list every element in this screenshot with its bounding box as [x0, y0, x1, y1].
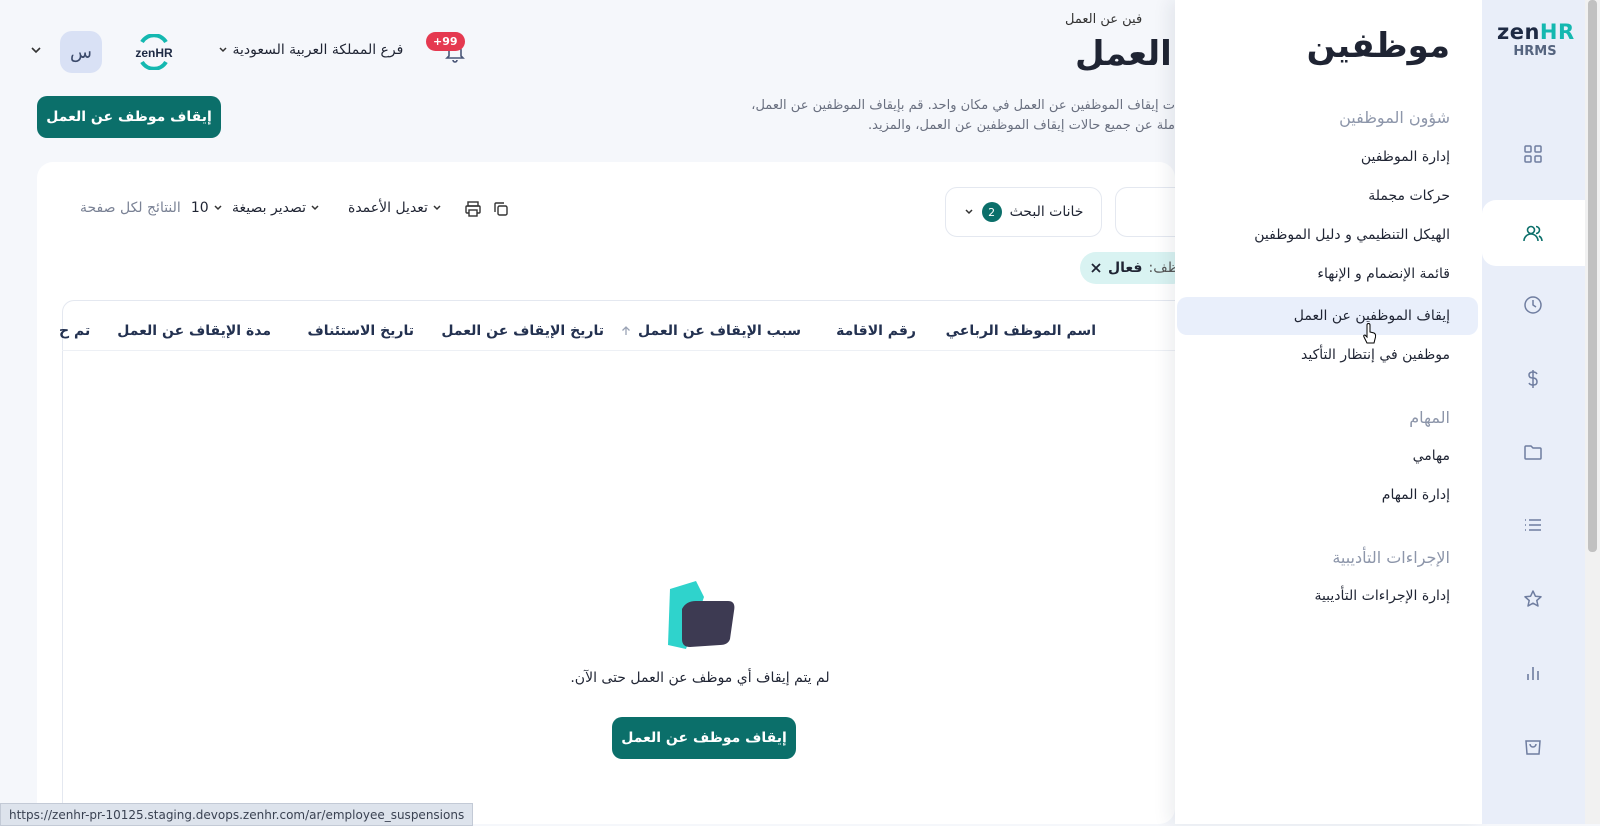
branch-selector[interactable]: فرع المملكة العربية السعودية [218, 42, 403, 58]
folder-icon[interactable] [1518, 437, 1548, 467]
sidebar-item-bulk-transactions[interactable]: حركات مجملة [1175, 178, 1450, 214]
branch-label: فرع المملكة العربية السعودية [232, 42, 404, 58]
suspend-employee-button[interactable]: إيقاف موظف عن العمل [37, 96, 221, 138]
user-menu-chevron-icon[interactable] [30, 42, 42, 56]
sidebar-item-pending-confirmation[interactable]: موظفين في إنتظار التأكيد [1175, 337, 1450, 373]
filter-chip-value: فعال [1108, 260, 1143, 276]
avatar-initial: س [70, 41, 92, 63]
column-header-label: سبب الإيقاف عن العمل [637, 323, 801, 339]
results-per-page-label: النتائج لكل صفحة [80, 200, 181, 216]
breadcrumb[interactable]: فين عن العمل [1065, 12, 1142, 27]
sidebar-panel-title: موظفين [1306, 26, 1450, 66]
close-icon[interactable] [1090, 260, 1102, 276]
sidebar-item-disciplinary-management[interactable]: إدارة الإجراءات التأديبية [1175, 578, 1450, 614]
list-icon[interactable] [1518, 510, 1548, 540]
empty-state-suspend-button[interactable]: إيقاف موظف عن العمل [612, 717, 796, 759]
users-icon[interactable] [1518, 218, 1548, 248]
sort-arrow-icon [620, 323, 632, 339]
sidebar-item-employee-management[interactable]: إدارة الموظفين [1175, 139, 1450, 175]
avatar[interactable]: س [60, 31, 102, 73]
column-header[interactable]: رقم الاقامة [836, 323, 916, 339]
icon-rail [1482, 0, 1600, 824]
grid-icon[interactable] [1518, 139, 1548, 169]
table-header-divider [62, 350, 1175, 351]
search-input[interactable] [1115, 187, 1176, 237]
search-fields-count-badge: 2 [981, 202, 1002, 222]
bag-icon[interactable] [1518, 731, 1548, 761]
search-fields-button[interactable]: خانات البحث 2 [945, 187, 1102, 237]
active-filter-chip: ظف: فعال [1080, 252, 1189, 284]
column-header-sortable[interactable]: سبب الإيقاف عن العمل [620, 323, 801, 339]
results-per-page-value: 10 [190, 200, 209, 216]
logo-subtitle: HRMS [1513, 44, 1557, 59]
empty-state-message: لم يتم إيقاف أي موظف عن العمل حتى الآن. [570, 670, 830, 686]
chevron-down-icon [213, 200, 223, 216]
zenhr-logo: zenHR HRMS [1497, 20, 1575, 59]
chart-icon[interactable] [1518, 658, 1548, 688]
column-header[interactable]: اسم الموظف الرباعي [946, 323, 1096, 339]
print-icon[interactable] [464, 200, 482, 218]
notification-count-badge: +99 [426, 32, 465, 51]
scrollbar-thumb[interactable] [1588, 0, 1597, 552]
svg-text:zenHR: zenHR [135, 46, 173, 60]
sidebar-item-onboarding-offboarding[interactable]: قائمة الإنضمام و الإنهاء [1175, 256, 1450, 292]
branch-chevron-icon [218, 42, 228, 58]
chevron-down-icon [310, 200, 320, 216]
page-title: العمل [1075, 34, 1172, 74]
sidebar-item-org-chart[interactable]: الهيكل التنظيمي و دليل الموظفين [1175, 217, 1450, 253]
sidebar-item-task-management[interactable]: إدارة المهام [1175, 477, 1450, 513]
empty-folder-illustration [660, 575, 740, 655]
search-fields-label: خانات البحث [1009, 204, 1084, 220]
logo-hr-text: HR [1539, 20, 1575, 44]
chevron-down-icon [964, 204, 974, 220]
mouse-cursor-icon [1362, 323, 1378, 345]
edit-columns-label: تعديل الأعمدة [348, 200, 428, 216]
export-dropdown[interactable]: تصدير بصيغة [232, 200, 320, 216]
results-per-page-selector[interactable]: 10 النتائج لكل صفحة [80, 200, 223, 216]
star-icon[interactable] [1518, 584, 1548, 614]
clock-icon[interactable] [1518, 290, 1548, 320]
sidebar-section-title: المهام [1409, 408, 1450, 427]
sidebar-item-employee-suspensions[interactable]: إيقاف الموظفين عن العمل [1175, 298, 1450, 334]
sidebar-section-title: شؤون الموظفين [1339, 108, 1450, 127]
company-logo: zenHR [130, 33, 178, 71]
sidebar-item-my-tasks[interactable]: مهامي [1175, 438, 1450, 474]
column-header[interactable]: مدة الإيقاف عن العمل [117, 323, 271, 339]
page-description-line: ملة عن جميع حالات إيقاف الموظفين عن العم… [868, 118, 1175, 133]
export-label: تصدير بصيغة [232, 200, 306, 216]
copy-icon[interactable] [492, 200, 510, 218]
dollar-icon[interactable] [1518, 364, 1548, 394]
logo-zen-text: zen [1497, 20, 1540, 44]
edit-columns-dropdown[interactable]: تعديل الأعمدة [348, 200, 442, 216]
chevron-down-icon [432, 200, 442, 216]
page-description: ت إيقاف الموظفين عن العمل في مكان واحد. … [600, 96, 1175, 136]
column-header[interactable]: تم ح [59, 323, 90, 339]
sidebar-section-title: الإجراءات التأديبية [1332, 548, 1450, 567]
page-description-line: ت إيقاف الموظفين عن العمل في مكان واحد. … [751, 98, 1175, 113]
column-header[interactable]: تاريخ الإيقاف عن العمل [441, 323, 604, 339]
status-bar-url: https://zenhr-pr-10125.staging.devops.ze… [0, 803, 474, 826]
column-header[interactable]: تاريخ الاستئناف [308, 323, 414, 339]
